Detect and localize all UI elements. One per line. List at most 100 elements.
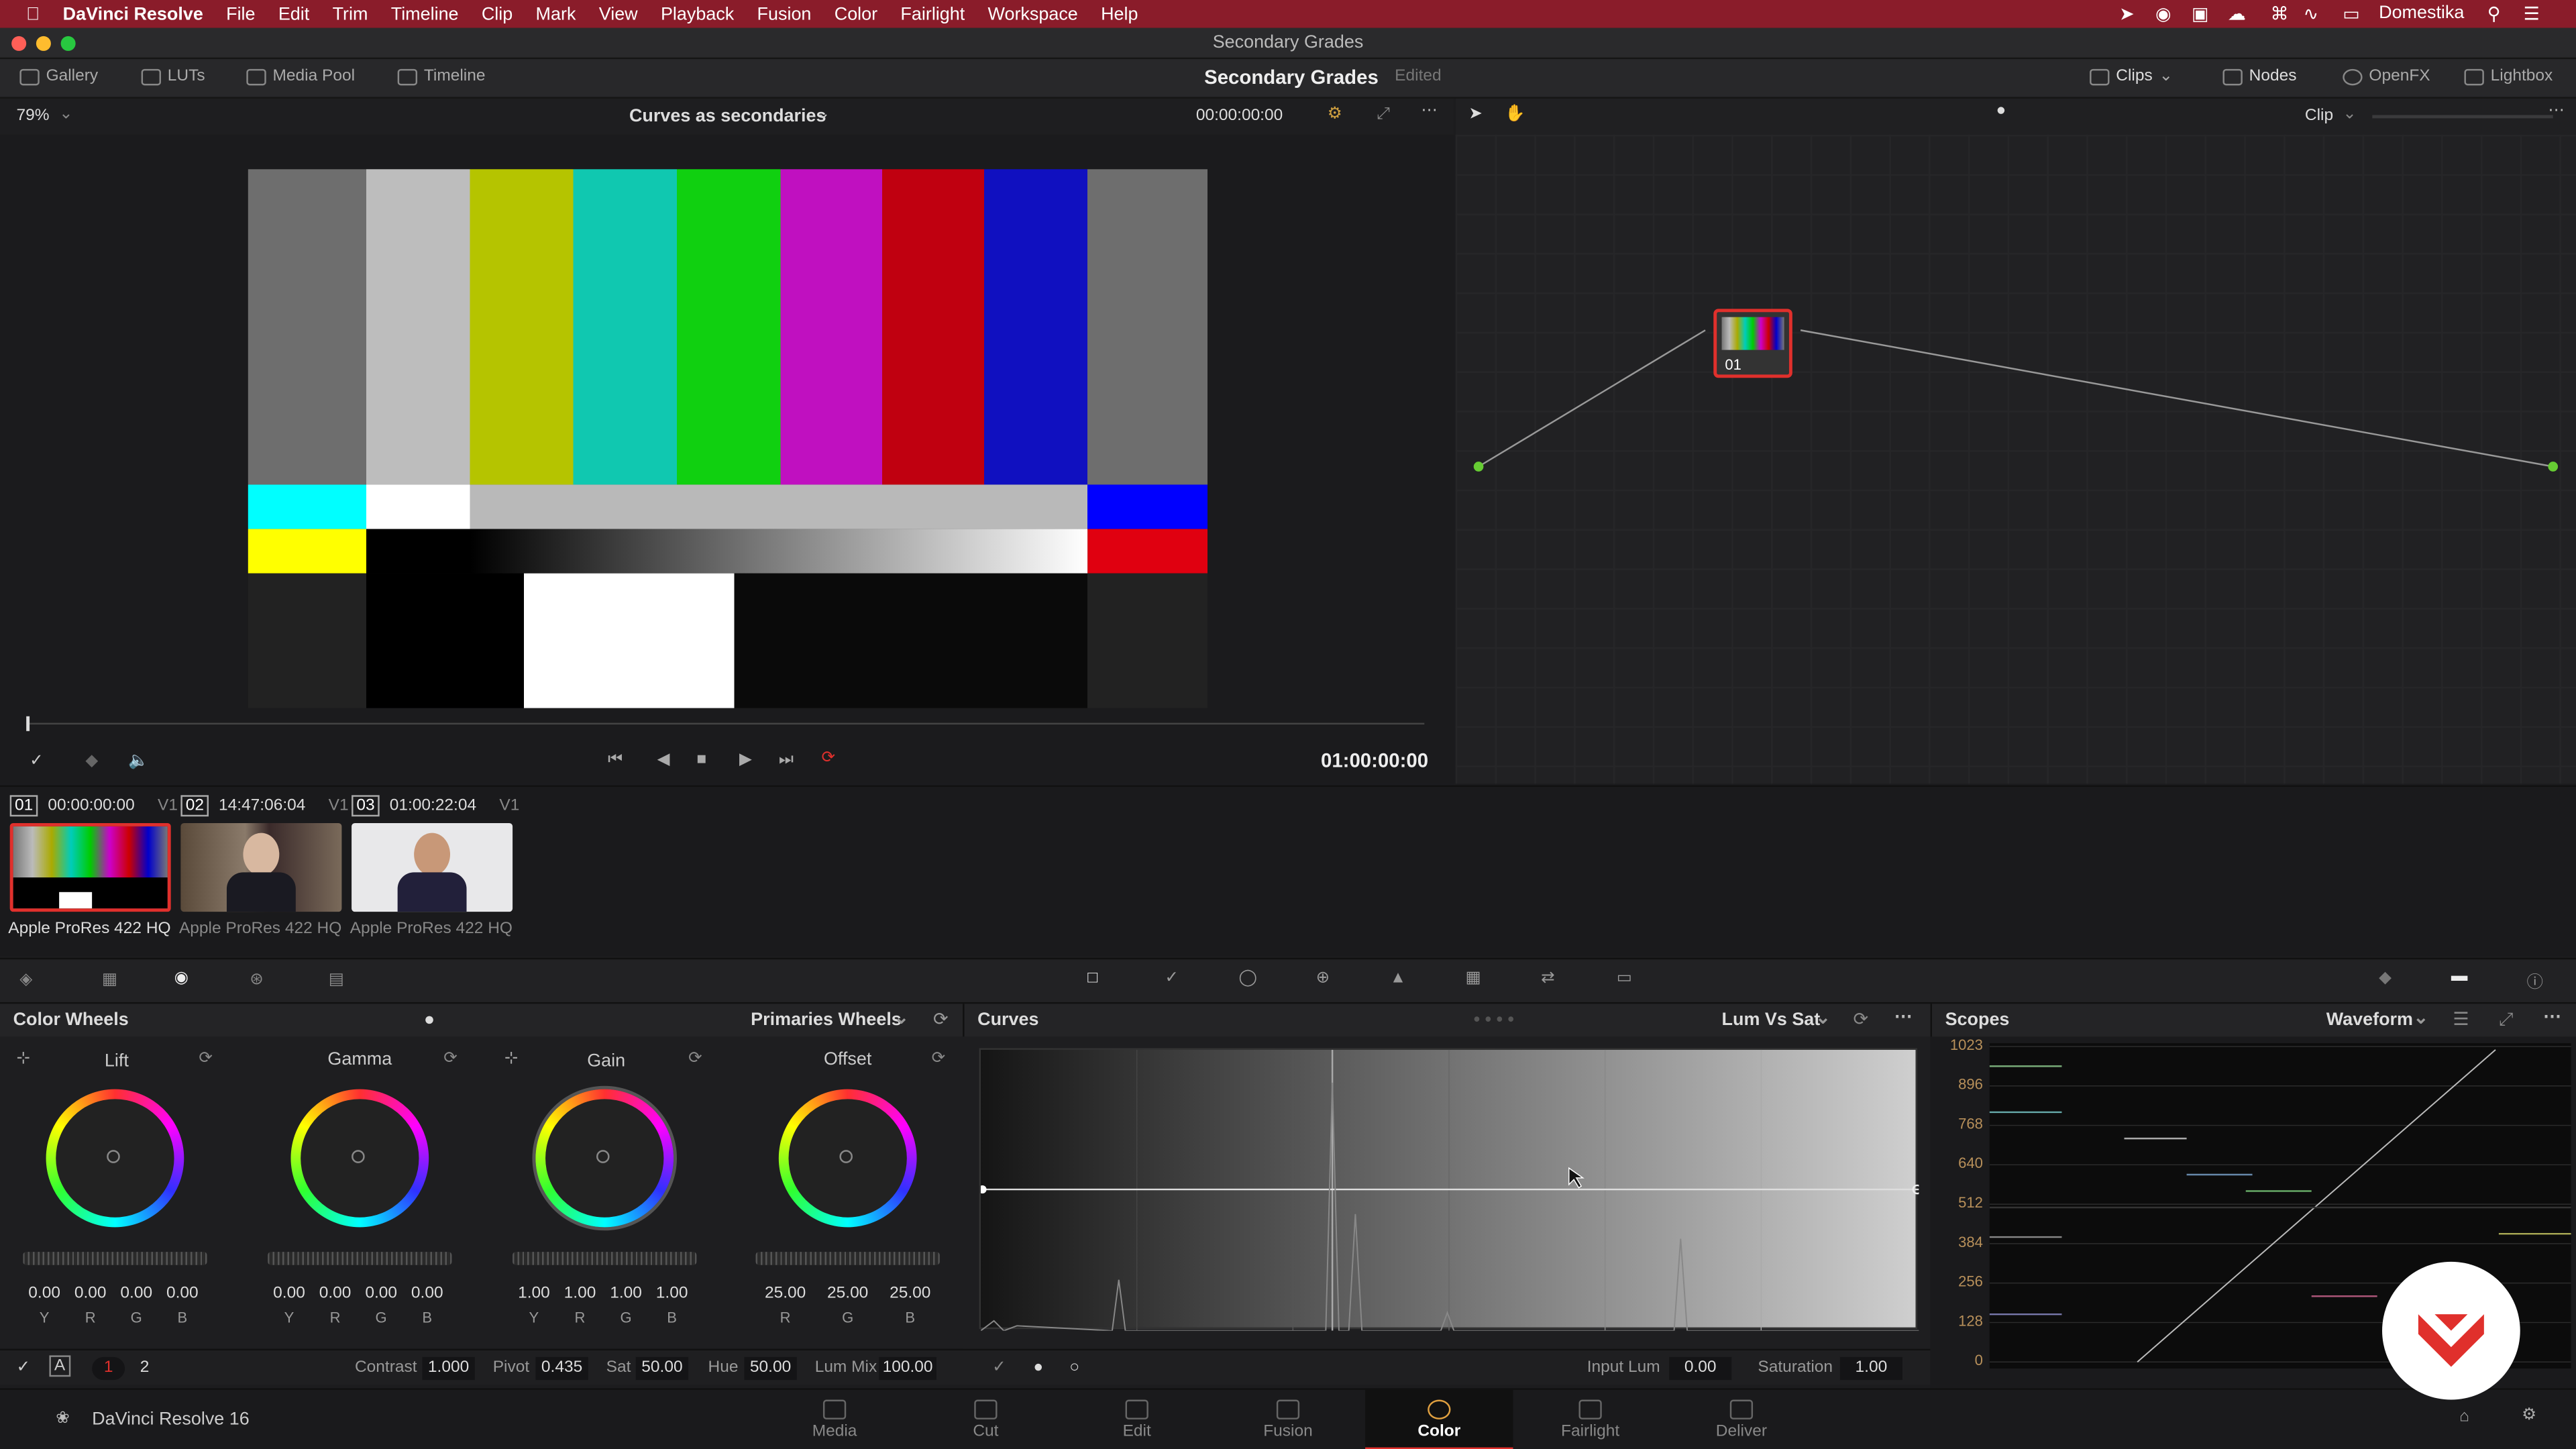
play-icon[interactable]: ▶ — [739, 751, 752, 769]
record-icon[interactable]: ◉ — [2155, 3, 2171, 24]
menu-edit[interactable]: Edit — [278, 4, 309, 23]
wifi-icon[interactable]: ∿ — [2303, 3, 2318, 24]
stop-icon[interactable]: ■ — [696, 751, 706, 769]
user-menu[interactable]: Domestika — [2379, 3, 2464, 23]
skip-start-icon[interactable]: ⏮ — [608, 751, 623, 769]
hue-field[interactable]: 50.00 — [744, 1356, 797, 1381]
gamma-g-value[interactable]: 0.00 — [360, 1285, 402, 1303]
media-pool-button[interactable]: Media Pool — [246, 67, 355, 85]
menu-fairlight[interactable]: Fairlight — [900, 4, 965, 23]
app-menu[interactable]: DaVinci Resolve — [63, 4, 203, 23]
gain-master-slider[interactable] — [513, 1252, 697, 1265]
lift-r-value[interactable]: 0.00 — [69, 1285, 112, 1303]
clip-1-thumbnail[interactable] — [9, 822, 171, 912]
page-cut[interactable]: Cut — [912, 1390, 1059, 1449]
lift-picker-icon[interactable]: ⊹ — [16, 1050, 30, 1068]
viewer-clip-title[interactable]: Curves as secondaries — [629, 107, 826, 126]
keyframes-icon[interactable]: ◆ — [2379, 969, 2392, 987]
color-bars-image[interactable] — [248, 169, 1208, 708]
window-icon[interactable]: ◯ — [1239, 969, 1257, 987]
lift-g-value[interactable]: 0.00 — [115, 1285, 158, 1303]
input-lum-field[interactable]: 0.00 — [1669, 1356, 1732, 1381]
skip-end-icon[interactable]: ⏭ — [779, 751, 794, 769]
node-mode-dropdown[interactable]: Clip — [2305, 107, 2333, 125]
lift-master-slider[interactable] — [23, 1252, 207, 1265]
gain-b-value[interactable]: 1.00 — [651, 1285, 694, 1303]
page-color[interactable]: Color — [1365, 1389, 1513, 1449]
page-media[interactable]: Media — [761, 1390, 908, 1449]
zoom-level[interactable]: 79% — [16, 107, 49, 125]
offset-reset-icon[interactable]: ⟳ — [932, 1050, 946, 1068]
curve-graph[interactable] — [979, 1048, 1919, 1331]
curves-palette-icon[interactable]: □ — [1087, 969, 1097, 987]
scopes-palette-icon[interactable]: ▬ — [2451, 967, 2467, 985]
minimize-window-button[interactable] — [36, 36, 51, 51]
lift-wheel-handle[interactable] — [107, 1150, 120, 1163]
color-wheels-palette-icon[interactable]: ◉ — [174, 969, 189, 987]
page-fairlight[interactable]: Fairlight — [1516, 1390, 1664, 1449]
page-deliver[interactable]: Deliver — [1668, 1390, 1815, 1449]
camera-raw-icon[interactable]: ◈ — [19, 971, 32, 989]
highlight-icon[interactable]: ◆ — [85, 753, 98, 771]
gamma-master-slider[interactable] — [268, 1252, 452, 1265]
black-point-icon[interactable]: ● — [1033, 1358, 1043, 1377]
wheels-mode-chevron-icon[interactable]: ⌄ — [894, 1002, 909, 1035]
loop-icon[interactable]: ⟳ — [821, 749, 835, 767]
offset-r-value[interactable]: 25.00 — [764, 1285, 807, 1303]
curve-type-dots[interactable]: • • • • — [1474, 1004, 1514, 1036]
motion-effects-icon[interactable]: ▤ — [329, 971, 344, 989]
page-2-button[interactable]: 2 — [128, 1357, 161, 1380]
home-icon[interactable]: ⌂ — [2459, 1408, 2469, 1426]
clips-button[interactable]: Clips ⌄ — [2090, 67, 2173, 85]
scope-settings-icon[interactable]: ☰ — [2453, 1004, 2469, 1036]
menu-file[interactable]: File — [226, 4, 255, 23]
gain-y-value[interactable]: 1.00 — [513, 1285, 555, 1303]
playhead[interactable] — [26, 716, 30, 731]
gamma-reset-icon[interactable]: ⟳ — [443, 1050, 458, 1068]
node-graph[interactable]: 01 — [1455, 134, 2576, 784]
node-01[interactable]: 01 — [1713, 309, 1792, 378]
luts-button[interactable]: LUTs — [141, 67, 205, 85]
scope-expand-icon[interactable]: ⤢ — [2499, 1004, 2514, 1036]
menu-workspace[interactable]: Workspace — [988, 4, 1078, 23]
pointer-tool-icon[interactable]: ➤ — [1468, 105, 1483, 123]
node-options-icon[interactable]: ⋯ — [2548, 102, 2564, 120]
gain-picker-icon[interactable]: ⊹ — [504, 1050, 519, 1068]
clip-2-thumbnail[interactable] — [180, 822, 342, 912]
page-edit[interactable]: Edit — [1063, 1390, 1210, 1449]
menu-playback[interactable]: Playback — [661, 4, 734, 23]
wheels-mode-dropdown[interactable]: Primaries Wheels — [751, 1004, 902, 1036]
curve-mode-chevron-icon[interactable]: ⌄ — [1815, 1002, 1831, 1035]
contrast-field[interactable]: 1.000 — [422, 1356, 475, 1381]
hand-tool-icon[interactable]: ✋ — [1505, 105, 1525, 123]
fullscreen-icon[interactable]: ⤢ — [1377, 105, 1390, 123]
zoom-chevron-icon[interactable]: ⌄ — [59, 105, 73, 123]
timeline-button[interactable]: Timeline — [397, 67, 485, 85]
color-match-icon[interactable]: ▦ — [102, 971, 117, 989]
wheels-page-dot[interactable]: ● — [424, 1004, 435, 1036]
reverse-play-icon[interactable]: ◀ — [657, 751, 670, 769]
white-point-icon[interactable]: ○ — [1069, 1358, 1079, 1377]
lift-reset-icon[interactable]: ⟳ — [199, 1050, 213, 1068]
mode-chevron-icon[interactable]: ⌄ — [2343, 105, 2357, 123]
menu-timeline[interactable]: Timeline — [391, 4, 459, 23]
key-icon[interactable]: ▦ — [1465, 969, 1481, 987]
lummix-field[interactable]: 100.00 — [879, 1356, 936, 1381]
gamma-wheel[interactable] — [290, 1089, 429, 1228]
curve-mode-dropdown[interactable]: Lum Vs Sat — [1722, 1004, 1821, 1036]
menu-help[interactable]: Help — [1101, 4, 1138, 23]
page-dot-icon[interactable]: ● — [1996, 102, 2006, 120]
curve-options-icon[interactable]: ⋯ — [1894, 1000, 1913, 1033]
offset-g-value[interactable]: 25.00 — [826, 1285, 869, 1303]
settings-gear-icon[interactable]: ⚙ — [2522, 1406, 2536, 1424]
rgb-mixer-icon[interactable]: ⊛ — [250, 971, 264, 989]
gamma-r-value[interactable]: 0.00 — [314, 1285, 357, 1303]
pivot-field[interactable]: 0.435 — [535, 1356, 588, 1381]
control-center-icon[interactable]: ☰ — [2524, 3, 2540, 24]
color-picker-icon[interactable]: ⚙ — [1328, 105, 1342, 123]
search-icon[interactable]: ⚲ — [2487, 3, 2501, 24]
gallery-button[interactable]: Gallery — [19, 67, 98, 85]
apple-icon[interactable]:  — [26, 4, 40, 23]
curve-reset-icon[interactable]: ⟳ — [1853, 1004, 1868, 1036]
lift-b-value[interactable]: 0.00 — [161, 1285, 204, 1303]
